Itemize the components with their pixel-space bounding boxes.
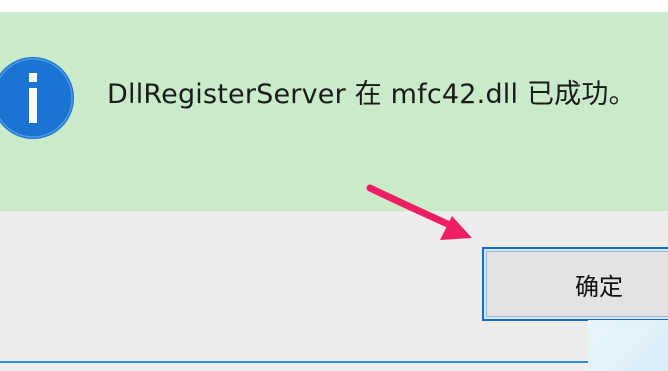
ok-button[interactable]: 确定 bbox=[482, 247, 668, 321]
ok-button-label: 确定 bbox=[486, 251, 668, 317]
message-dialog: DllRegisterServer 在 mfc42.dll 已成功。 确定 bbox=[0, 0, 668, 371]
bottom-blue-rule bbox=[0, 361, 590, 363]
corner-accent bbox=[588, 320, 668, 371]
arrow-annotation-icon bbox=[366, 184, 472, 240]
info-icon bbox=[0, 57, 74, 139]
dialog-top-edge bbox=[0, 0, 668, 12]
dialog-content-area bbox=[0, 12, 668, 211]
dialog-message: DllRegisterServer 在 mfc42.dll 已成功。 bbox=[107, 79, 636, 110]
